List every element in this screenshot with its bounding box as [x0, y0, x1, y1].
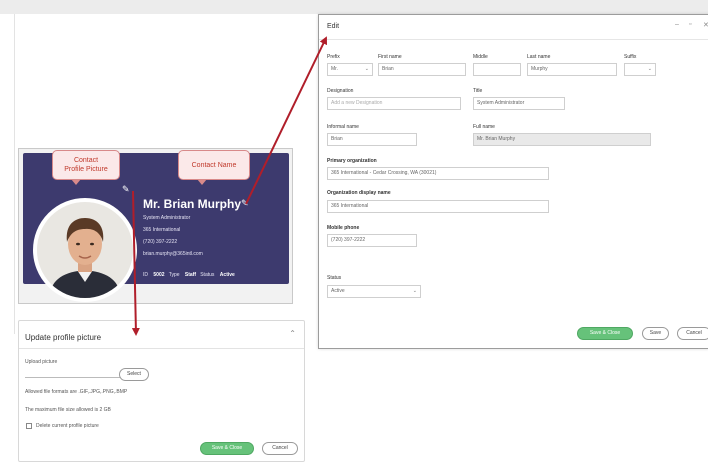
designation-field[interactable]: Add a new Designation	[327, 97, 461, 110]
mobile-label: Mobile phone	[327, 225, 360, 231]
cancel-button[interactable]: Cancel	[262, 442, 298, 455]
edit-dialog: Edit – ▫ ✕ Prefix Mr. ⌄ First name Brian …	[318, 14, 708, 349]
prefix-select[interactable]: Mr. ⌄	[327, 63, 373, 76]
callout-contact-profile-picture: Contact Profile Picture	[52, 150, 120, 185]
update-profile-picture-panel: Update profile picture ⌃ Upload picture …	[18, 320, 305, 462]
contact-organization: 365 International	[143, 227, 181, 233]
edit-picture-pencil-icon[interactable]: ✎	[122, 185, 130, 194]
org-display-field[interactable]: 365 International	[327, 200, 549, 213]
chevron-up-icon[interactable]: ⌃	[289, 329, 296, 338]
prefix-value: Mr.	[331, 66, 338, 72]
save-close-button[interactable]: Save & Close	[577, 327, 633, 340]
chevron-down-icon: ⌄	[412, 288, 417, 294]
first-name-label: First name	[378, 54, 402, 60]
maximize-icon[interactable]: ▫	[689, 21, 691, 28]
avatar[interactable]	[33, 198, 137, 302]
chevron-down-icon: ⌄	[647, 66, 652, 72]
file-input[interactable]	[25, 369, 125, 378]
designation-label: Designation	[327, 88, 354, 94]
prefix-label: Prefix	[327, 54, 340, 60]
save-button[interactable]: Save	[642, 327, 669, 340]
informal-name-field[interactable]: Brian	[327, 133, 417, 146]
size-text: The maximum file size allowed is 2 GB	[25, 407, 111, 413]
type-value: Staff	[184, 272, 197, 278]
contact-email: brian.murphy@365intl.com	[143, 251, 203, 257]
contact-title: System Administrator	[143, 215, 191, 221]
status-label: Status	[327, 275, 342, 281]
suffix-label: Suffix	[624, 54, 637, 60]
status-label: Status	[200, 272, 215, 278]
save-close-button[interactable]: Save & Close	[200, 442, 254, 455]
close-icon[interactable]: ✕	[703, 21, 708, 29]
minimize-icon[interactable]: –	[675, 21, 679, 28]
callout-contact-name: Contact Name	[178, 150, 250, 185]
contact-phone: (720) 397-2222	[143, 239, 178, 245]
cancel-button[interactable]: Cancel	[677, 327, 708, 340]
chevron-down-icon: ⌄	[364, 66, 369, 72]
status-value: Active	[331, 288, 345, 294]
edit-name-pencil-icon[interactable]: ✎	[241, 199, 249, 208]
middle-label: Middle	[473, 54, 488, 60]
id-label: ID	[143, 272, 148, 278]
suffix-select[interactable]: ⌄	[624, 63, 656, 76]
full-name-label: Full name	[473, 124, 495, 130]
upload-label: Upload picture	[25, 359, 58, 365]
full-name-field: Mr. Brian Murphy	[473, 133, 651, 146]
dialog-divider	[319, 39, 708, 40]
delete-picture-label: Delete current profile picture	[36, 423, 99, 429]
last-name-field[interactable]: Murphy	[527, 63, 617, 76]
contact-name: Mr. Brian Murphy	[143, 197, 242, 211]
org-display-label: Organization display name	[327, 190, 391, 196]
status-select[interactable]: Active ⌄	[327, 285, 421, 298]
formats-text: Allowed file formats are .GIF,.JPG,.PNG,…	[25, 389, 128, 395]
primary-org-label: Primary organization	[327, 158, 377, 164]
panel-divider	[19, 348, 304, 349]
id-value: 5002	[153, 272, 165, 278]
first-name-field[interactable]: Brian	[378, 63, 466, 76]
primary-org-field[interactable]: 365 International - Cedar Crossing, WA (…	[327, 167, 549, 180]
status-value: Active	[219, 272, 235, 278]
avatar-photo	[37, 202, 133, 298]
delete-picture-checkbox[interactable]	[26, 423, 32, 429]
contact-meta: ID 5002 Type Staff Status Active	[143, 272, 235, 278]
dialog-title: Edit	[327, 23, 340, 30]
last-name-label: Last name	[527, 54, 551, 60]
panel-title: Update profile picture	[25, 333, 102, 342]
title-field[interactable]: System Administrator	[473, 97, 565, 110]
select-button[interactable]: Select	[119, 368, 149, 381]
informal-name-label: Informal name	[327, 124, 359, 130]
type-label: Type	[168, 272, 180, 278]
top-band	[0, 0, 708, 14]
title-label: Title	[473, 88, 483, 94]
middle-field[interactable]	[473, 63, 521, 76]
mobile-field[interactable]: (720) 397-2222	[327, 234, 417, 247]
